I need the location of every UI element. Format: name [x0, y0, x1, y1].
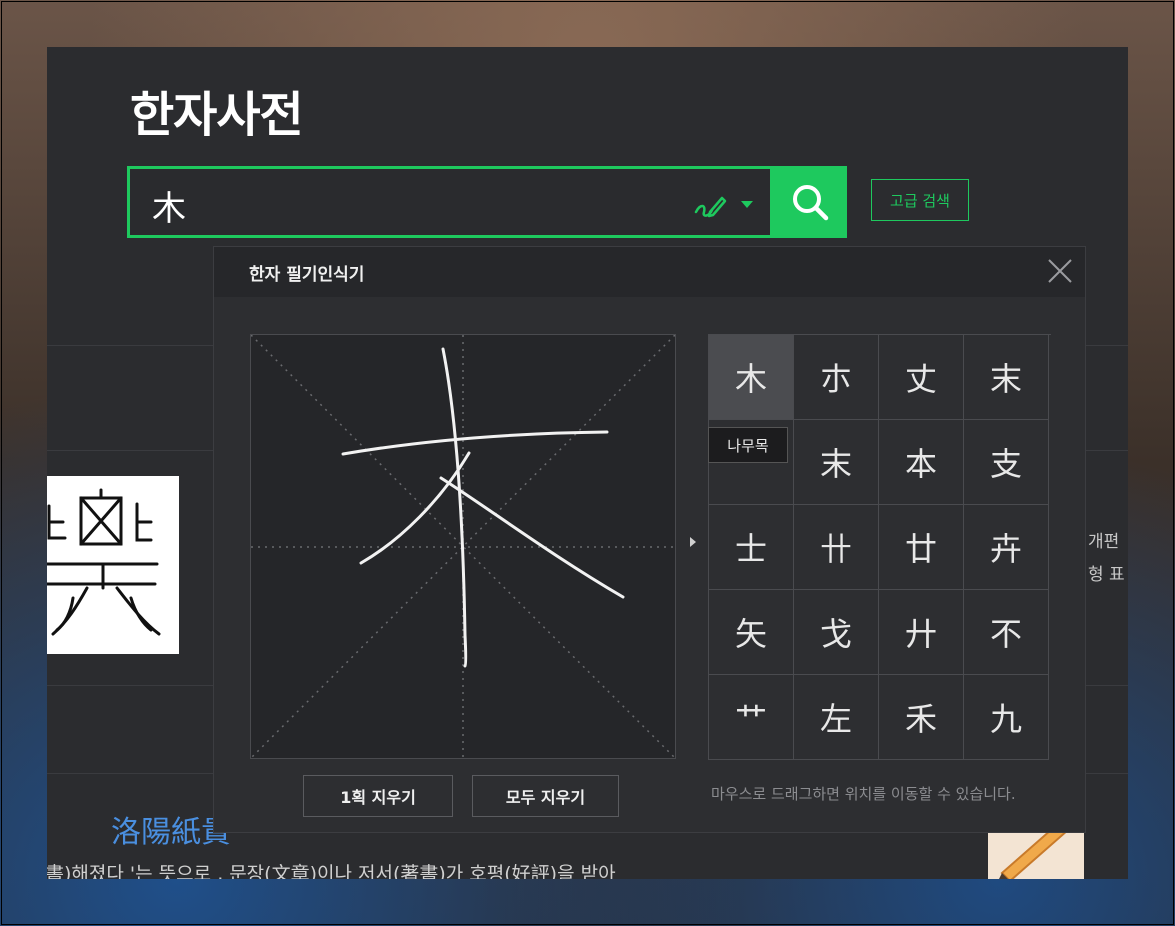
page-title: 한자사전	[130, 87, 304, 143]
candidate-item[interactable]: 廿	[879, 505, 964, 590]
candidate-tooltip: 나무목	[708, 427, 788, 463]
handwriting-recognizer-dialog[interactable]: 한자 필기인식기 木 朩 丈 末 末 本 支 士 卄 廿 卉 矢 戈 廾 不 艹…	[213, 246, 1086, 833]
candidate-item[interactable]: 廾	[879, 590, 964, 675]
candidate-item[interactable]: 末	[964, 335, 1049, 420]
canvas-guides-and-strokes	[251, 335, 675, 758]
candidate-item[interactable]: 九	[964, 675, 1049, 760]
candidate-item[interactable]: 左	[794, 675, 879, 760]
undo-stroke-button[interactable]: 1획 지우기	[303, 775, 453, 817]
candidate-item[interactable]: 士	[709, 505, 794, 590]
candidate-item[interactable]: 丈	[879, 335, 964, 420]
candidate-item[interactable]: 戈	[794, 590, 879, 675]
candidate-item[interactable]: 朩	[794, 335, 879, 420]
drawing-canvas[interactable]	[250, 334, 676, 759]
search-icon	[793, 185, 829, 221]
candidate-item[interactable]: 艹	[709, 675, 794, 760]
close-icon[interactable]	[1046, 257, 1074, 285]
candidate-item[interactable]: 矢	[709, 590, 794, 675]
seal-script-glyph	[47, 488, 161, 636]
search-input-value[interactable]: 木	[152, 181, 186, 230]
candidate-grid: 木 朩 丈 末 末 本 支 士 卄 廿 卉 矢 戈 廾 不 艹 左 禾 九	[708, 334, 1051, 760]
search-button[interactable]	[773, 166, 847, 238]
advanced-search-button[interactable]: 고급 검색	[871, 179, 969, 221]
drag-hint-text: 마우스로 드래그하면 위치를 이동할 수 있습니다.	[711, 785, 1016, 803]
candidate-item[interactable]: 卄	[794, 505, 879, 590]
candidate-item[interactable]: 木	[709, 335, 794, 420]
dialog-title: 한자 필기인식기	[249, 265, 365, 285]
chevron-down-icon[interactable]	[740, 199, 754, 209]
candidate-item[interactable]: 卉	[964, 505, 1049, 590]
search-input[interactable]: 木	[127, 166, 773, 238]
right-snippet: 형 표	[1088, 565, 1125, 585]
candidate-item[interactable]: 支	[964, 420, 1049, 505]
candidate-item[interactable]: 本	[879, 420, 964, 505]
candidate-item[interactable]: 不	[964, 590, 1049, 675]
handwriting-pen-icon[interactable]	[692, 186, 728, 222]
clear-all-button[interactable]: 모두 지우기	[472, 775, 619, 817]
candidate-item[interactable]: 禾	[879, 675, 964, 760]
arrow-right-icon	[690, 537, 696, 547]
dialog-header[interactable]: 한자 필기인식기	[214, 247, 1085, 297]
idiom-description: 書)해졌다 '는 뜻으로 , 문장(文章)이나 저서(著書)가 호평(好評)을 …	[47, 863, 616, 879]
candidate-item[interactable]: 末	[794, 420, 879, 505]
right-snippet: 개편	[1088, 532, 1120, 552]
seal-script-image	[47, 476, 179, 654]
